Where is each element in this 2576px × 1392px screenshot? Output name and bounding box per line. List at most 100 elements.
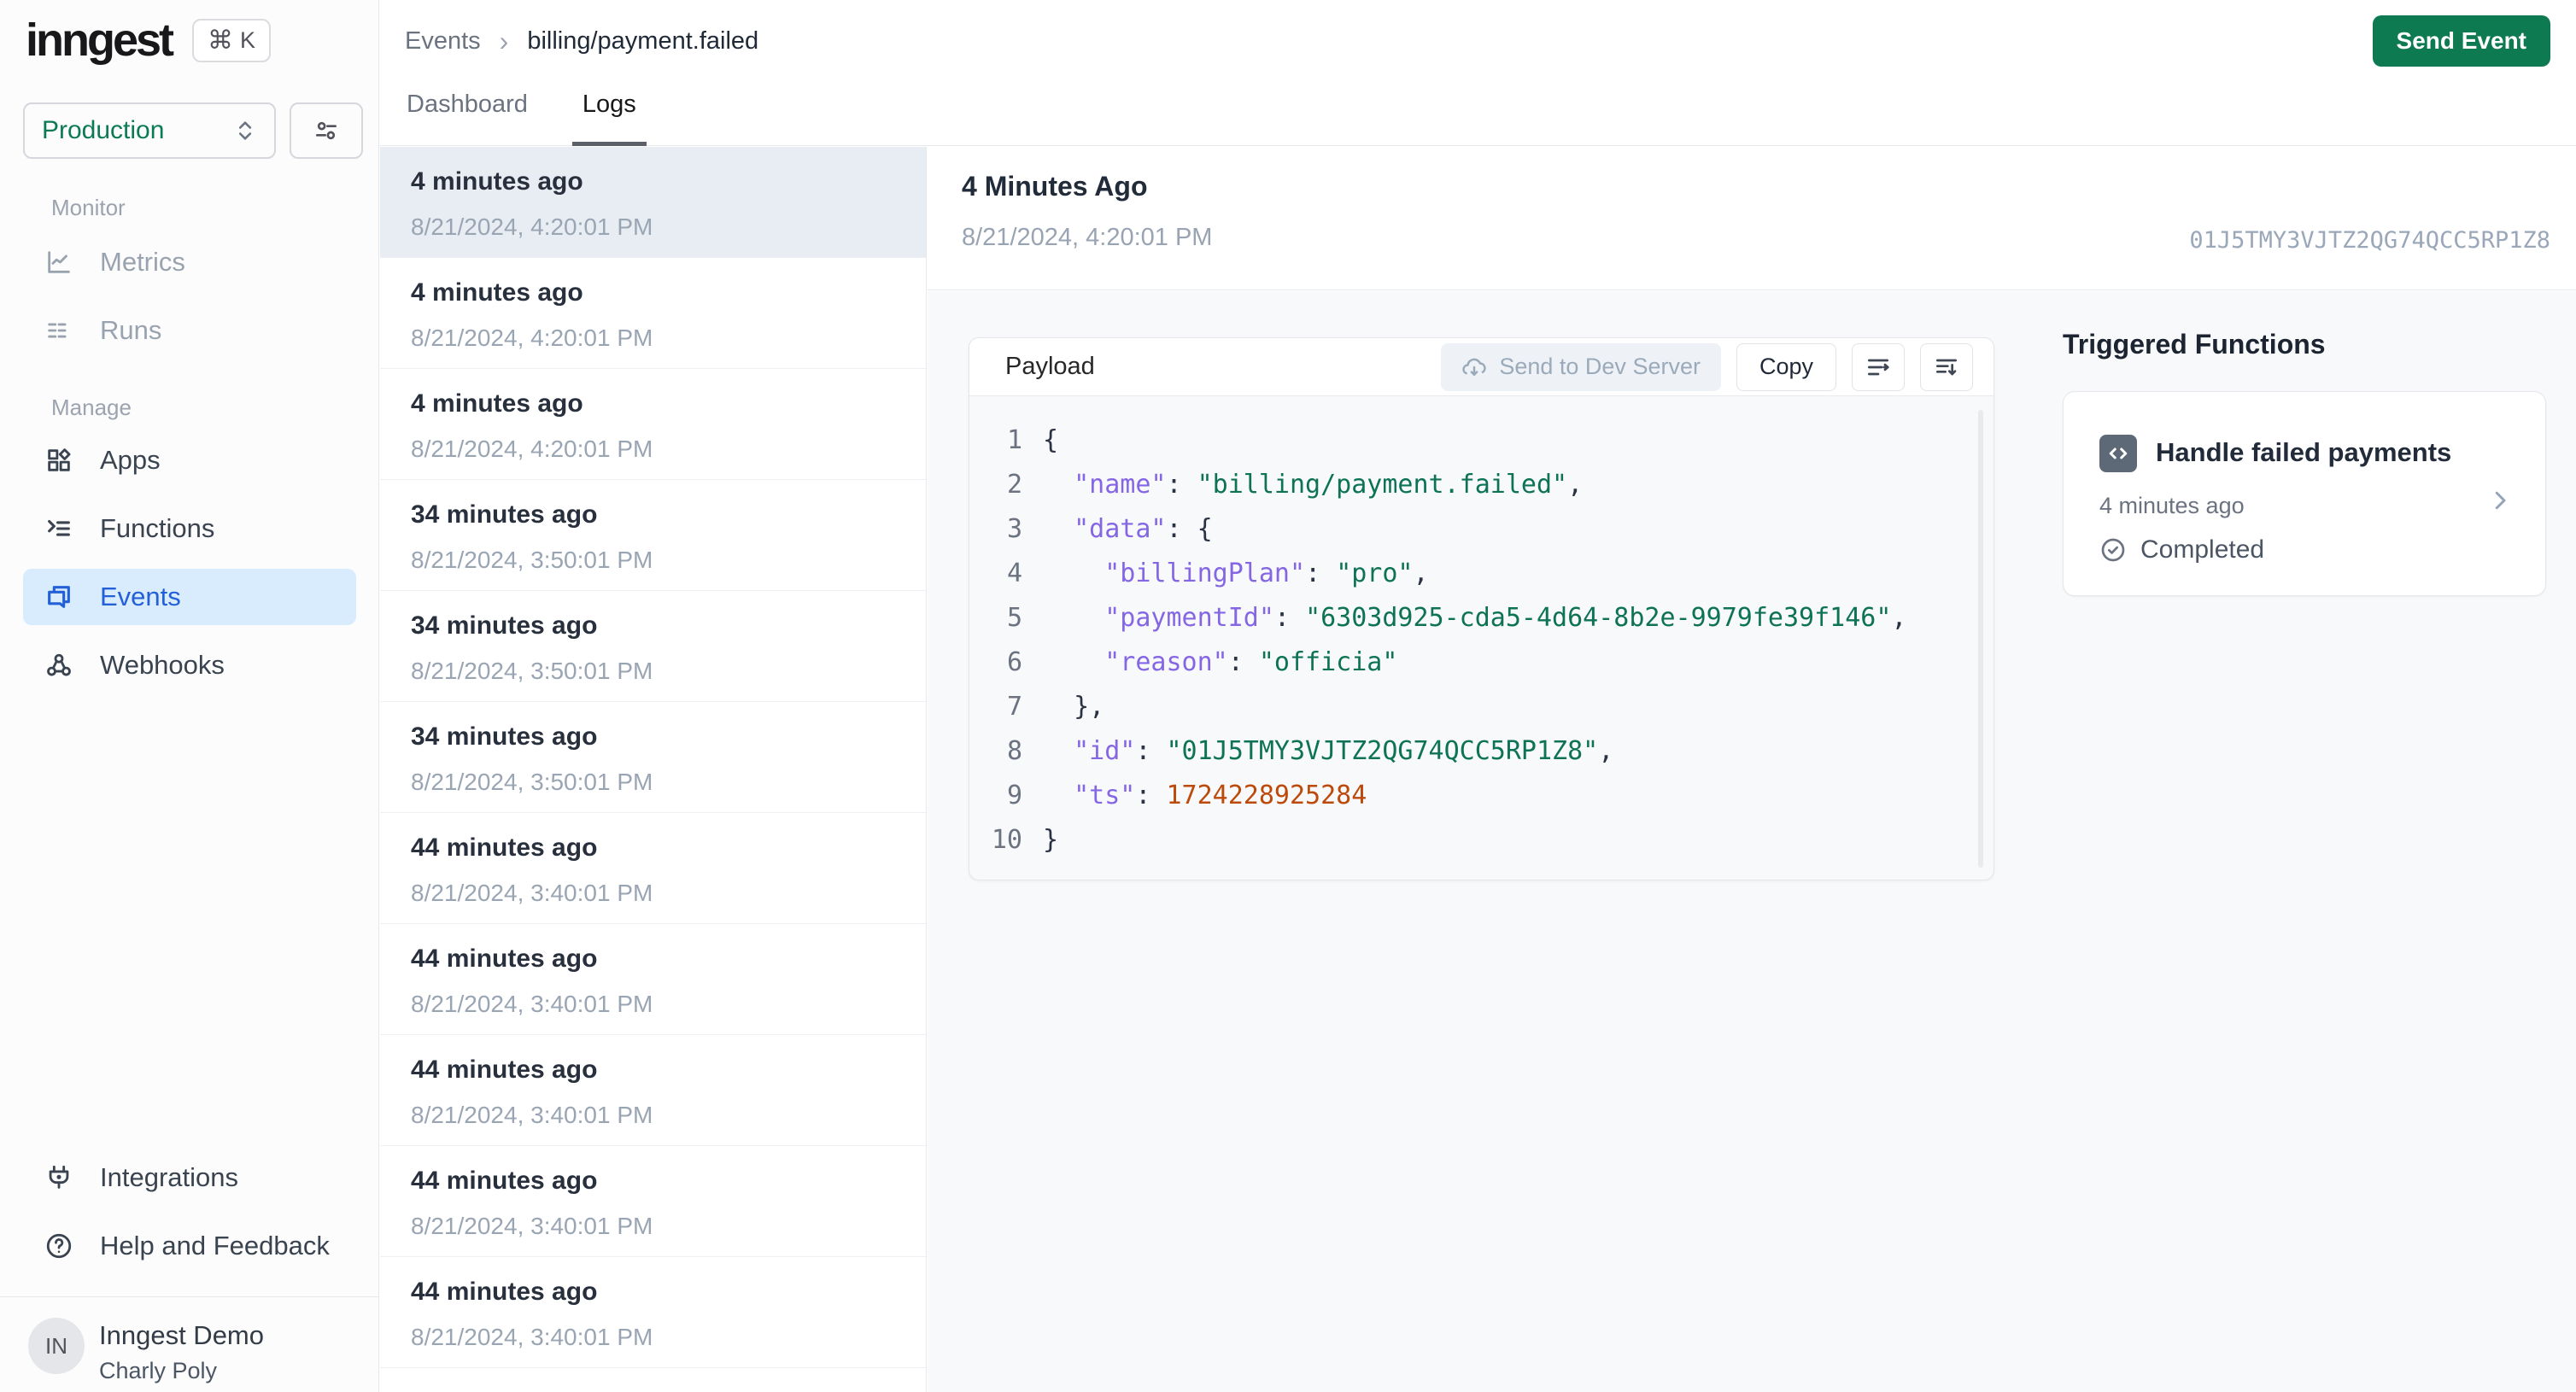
- chevron-right-icon: [2487, 488, 2513, 513]
- breadcrumb-current-page: billing/payment.failed: [527, 27, 759, 55]
- event-relative-time: 34 minutes ago: [411, 611, 598, 640]
- tab-dashboard[interactable]: Dashboard: [405, 85, 530, 146]
- breadcrumb-events-link[interactable]: Events: [405, 27, 481, 56]
- event-list-item[interactable]: 4 minutes ago 8/21/2024, 4:20:01 PM: [380, 258, 926, 369]
- payload-card: Payload Send to Dev Server Copy 1 {2 "n…: [969, 337, 1994, 880]
- line-number: 4: [1006, 559, 1022, 588]
- events-icon: [44, 582, 74, 611]
- help-circle-icon: [44, 1231, 74, 1260]
- payload-panel-title: Payload: [1005, 353, 1095, 380]
- command-palette-shortcut[interactable]: ⌘ K: [192, 18, 272, 62]
- line-number: 1: [1006, 425, 1022, 455]
- chart-line-icon: [44, 248, 74, 277]
- inngest-logo: inngest: [26, 15, 174, 66]
- event-timestamp: 8/21/2024, 3:40:01 PM: [411, 1324, 653, 1350]
- copy-button[interactable]: Copy: [1736, 342, 1836, 391]
- scroll-to-bottom-button[interactable]: [1920, 342, 1973, 391]
- command-icon: ⌘: [208, 26, 234, 55]
- code-line: 10}: [986, 818, 1993, 863]
- function-code-icon: [2099, 435, 2137, 472]
- event-list-item[interactable]: 44 minutes ago 8/21/2024, 3:40:01 PM: [380, 1035, 926, 1146]
- user-avatar[interactable]: IN: [28, 1318, 85, 1374]
- code-line: 1{: [986, 418, 1993, 463]
- line-number: 7: [1006, 692, 1022, 722]
- word-wrap-button[interactable]: [1852, 342, 1905, 391]
- triggered-function-status: Completed: [2099, 535, 2264, 564]
- runs-list-icon: [44, 316, 74, 345]
- event-relative-time: 4 minutes ago: [411, 167, 583, 196]
- event-timestamp: 8/21/2024, 4:20:01 PM: [411, 213, 653, 240]
- sidebar-item-functions[interactable]: Functions: [23, 500, 356, 557]
- plug-icon: [44, 1163, 74, 1192]
- event-relative-time: 44 minutes ago: [411, 1278, 598, 1306]
- topbar: Events › billing/payment.failed Dashboar…: [380, 0, 2576, 146]
- sidebar-item-integrations[interactable]: Integrations: [23, 1149, 356, 1206]
- sidebar-item-label: Metrics: [100, 247, 185, 277]
- tab-logs[interactable]: Logs: [571, 85, 647, 146]
- event-relative-time: 44 minutes ago: [411, 945, 598, 973]
- environment-selector[interactable]: Production: [23, 102, 276, 159]
- event-relative-time: 4 minutes ago: [411, 389, 583, 418]
- event-timestamp: 8/21/2024, 3:40:01 PM: [411, 1213, 653, 1239]
- event-detail-title: 4 Minutes Ago: [962, 171, 1148, 202]
- triggered-functions-title: Triggered Functions: [2063, 329, 2326, 360]
- code-scrollbar[interactable]: [1978, 410, 1983, 868]
- chevron-right-icon: ›: [499, 26, 509, 56]
- sidebar-section-manage: Manage: [51, 395, 132, 420]
- detail-tabs: Dashboard Logs: [405, 85, 647, 146]
- event-list-item[interactable]: 44 minutes ago 8/21/2024, 3:40:01 PM: [380, 1146, 926, 1257]
- code-line-text: },: [1043, 692, 1105, 722]
- event-list-item[interactable]: 4 minutes ago 8/21/2024, 4:20:01 PM: [380, 369, 926, 480]
- code-line-text: "paymentId": "6303d925-cda5-4d64-8b2e-99…: [1104, 603, 1907, 633]
- sidebar-item-label: Functions: [100, 513, 215, 543]
- line-number: 10: [991, 825, 1022, 855]
- triggered-function-name: Handle failed payments: [2156, 437, 2452, 467]
- sidebar-item-label: Webhooks: [100, 650, 225, 680]
- word-wrap-icon: [1865, 354, 1892, 381]
- event-list-item[interactable]: 44 minutes ago 8/21/2024, 3:40:01 PM: [380, 924, 926, 1035]
- code-line-text: "reason": "officia": [1104, 647, 1398, 677]
- code-line-text: "data": {: [1074, 514, 1213, 544]
- payload-toolbar: Payload Send to Dev Server Copy: [969, 338, 1993, 396]
- cloud-download-icon: [1461, 354, 1487, 380]
- event-list-item[interactable]: 34 minutes ago 8/21/2024, 3:50:01 PM: [380, 480, 926, 591]
- sidebar-item-webhooks[interactable]: Webhooks: [23, 637, 356, 693]
- event-list-item[interactable]: 34 minutes ago 8/21/2024, 3:50:01 PM: [380, 591, 926, 702]
- code-line: 5 "paymentId": "6303d925-cda5-4d64-8b2e-…: [986, 596, 1993, 640]
- event-list-item[interactable]: about 1 hour ago: [380, 1368, 926, 1392]
- code-line: 4 "billingPlan": "pro",: [986, 552, 1993, 596]
- send-to-dev-server-label: Send to Dev Server: [1499, 354, 1701, 379]
- event-timestamp: 8/21/2024, 4:20:01 PM: [411, 325, 653, 351]
- event-timestamp: 8/21/2024, 3:50:01 PM: [411, 769, 653, 795]
- sidebar-item-label: Events: [100, 582, 181, 611]
- event-list-item[interactable]: 44 minutes ago 8/21/2024, 3:40:01 PM: [380, 813, 926, 924]
- sidebar-item-events[interactable]: Events: [23, 569, 356, 625]
- code-line: 7 },: [986, 685, 1993, 729]
- user-org-name: Inngest Demo: [99, 1320, 264, 1350]
- apps-grid-icon: [44, 446, 74, 475]
- triggered-function-card[interactable]: Handle failed payments 4 minutes ago Com…: [2063, 391, 2546, 596]
- sidebar-item-label: Runs: [100, 315, 162, 345]
- event-detail-timestamp: 8/21/2024, 4:20:01 PM: [962, 224, 1213, 251]
- code-line-text: "name": "billing/payment.failed",: [1074, 470, 1584, 500]
- send-event-button[interactable]: Send Event: [2372, 15, 2550, 67]
- sidebar-item-runs[interactable]: Runs: [23, 302, 356, 359]
- send-to-dev-server-button[interactable]: Send to Dev Server: [1441, 342, 1721, 391]
- event-list-item[interactable]: 34 minutes ago 8/21/2024, 3:50:01 PM: [380, 702, 926, 813]
- code-line-text: "ts": 1724228925284: [1074, 781, 1367, 810]
- event-list: 4 minutes ago 8/21/2024, 4:20:01 PM 4 minu…: [380, 147, 927, 1392]
- line-number: 9: [1006, 781, 1022, 810]
- event-list-item[interactable]: 44 minutes ago 8/21/2024, 3:40:01 PM: [380, 1257, 926, 1368]
- code-line: 2 "name": "billing/payment.failed",: [986, 463, 1993, 507]
- event-list-item[interactable]: 4 minutes ago 8/21/2024, 4:20:01 PM: [380, 147, 926, 258]
- code-line-text: }: [1043, 825, 1059, 855]
- environment-settings-button[interactable]: [290, 102, 363, 159]
- sidebar-item-apps[interactable]: Apps: [23, 432, 356, 488]
- sliders-icon: [313, 117, 340, 144]
- sidebar-item-help[interactable]: Help and Feedback: [23, 1218, 356, 1274]
- check-circle-icon: [2099, 536, 2127, 564]
- event-relative-time: 34 minutes ago: [411, 500, 598, 529]
- line-number: 3: [1006, 514, 1022, 544]
- event-timestamp: 8/21/2024, 3:40:01 PM: [411, 1102, 653, 1128]
- sidebar-item-metrics[interactable]: Metrics: [23, 234, 356, 290]
